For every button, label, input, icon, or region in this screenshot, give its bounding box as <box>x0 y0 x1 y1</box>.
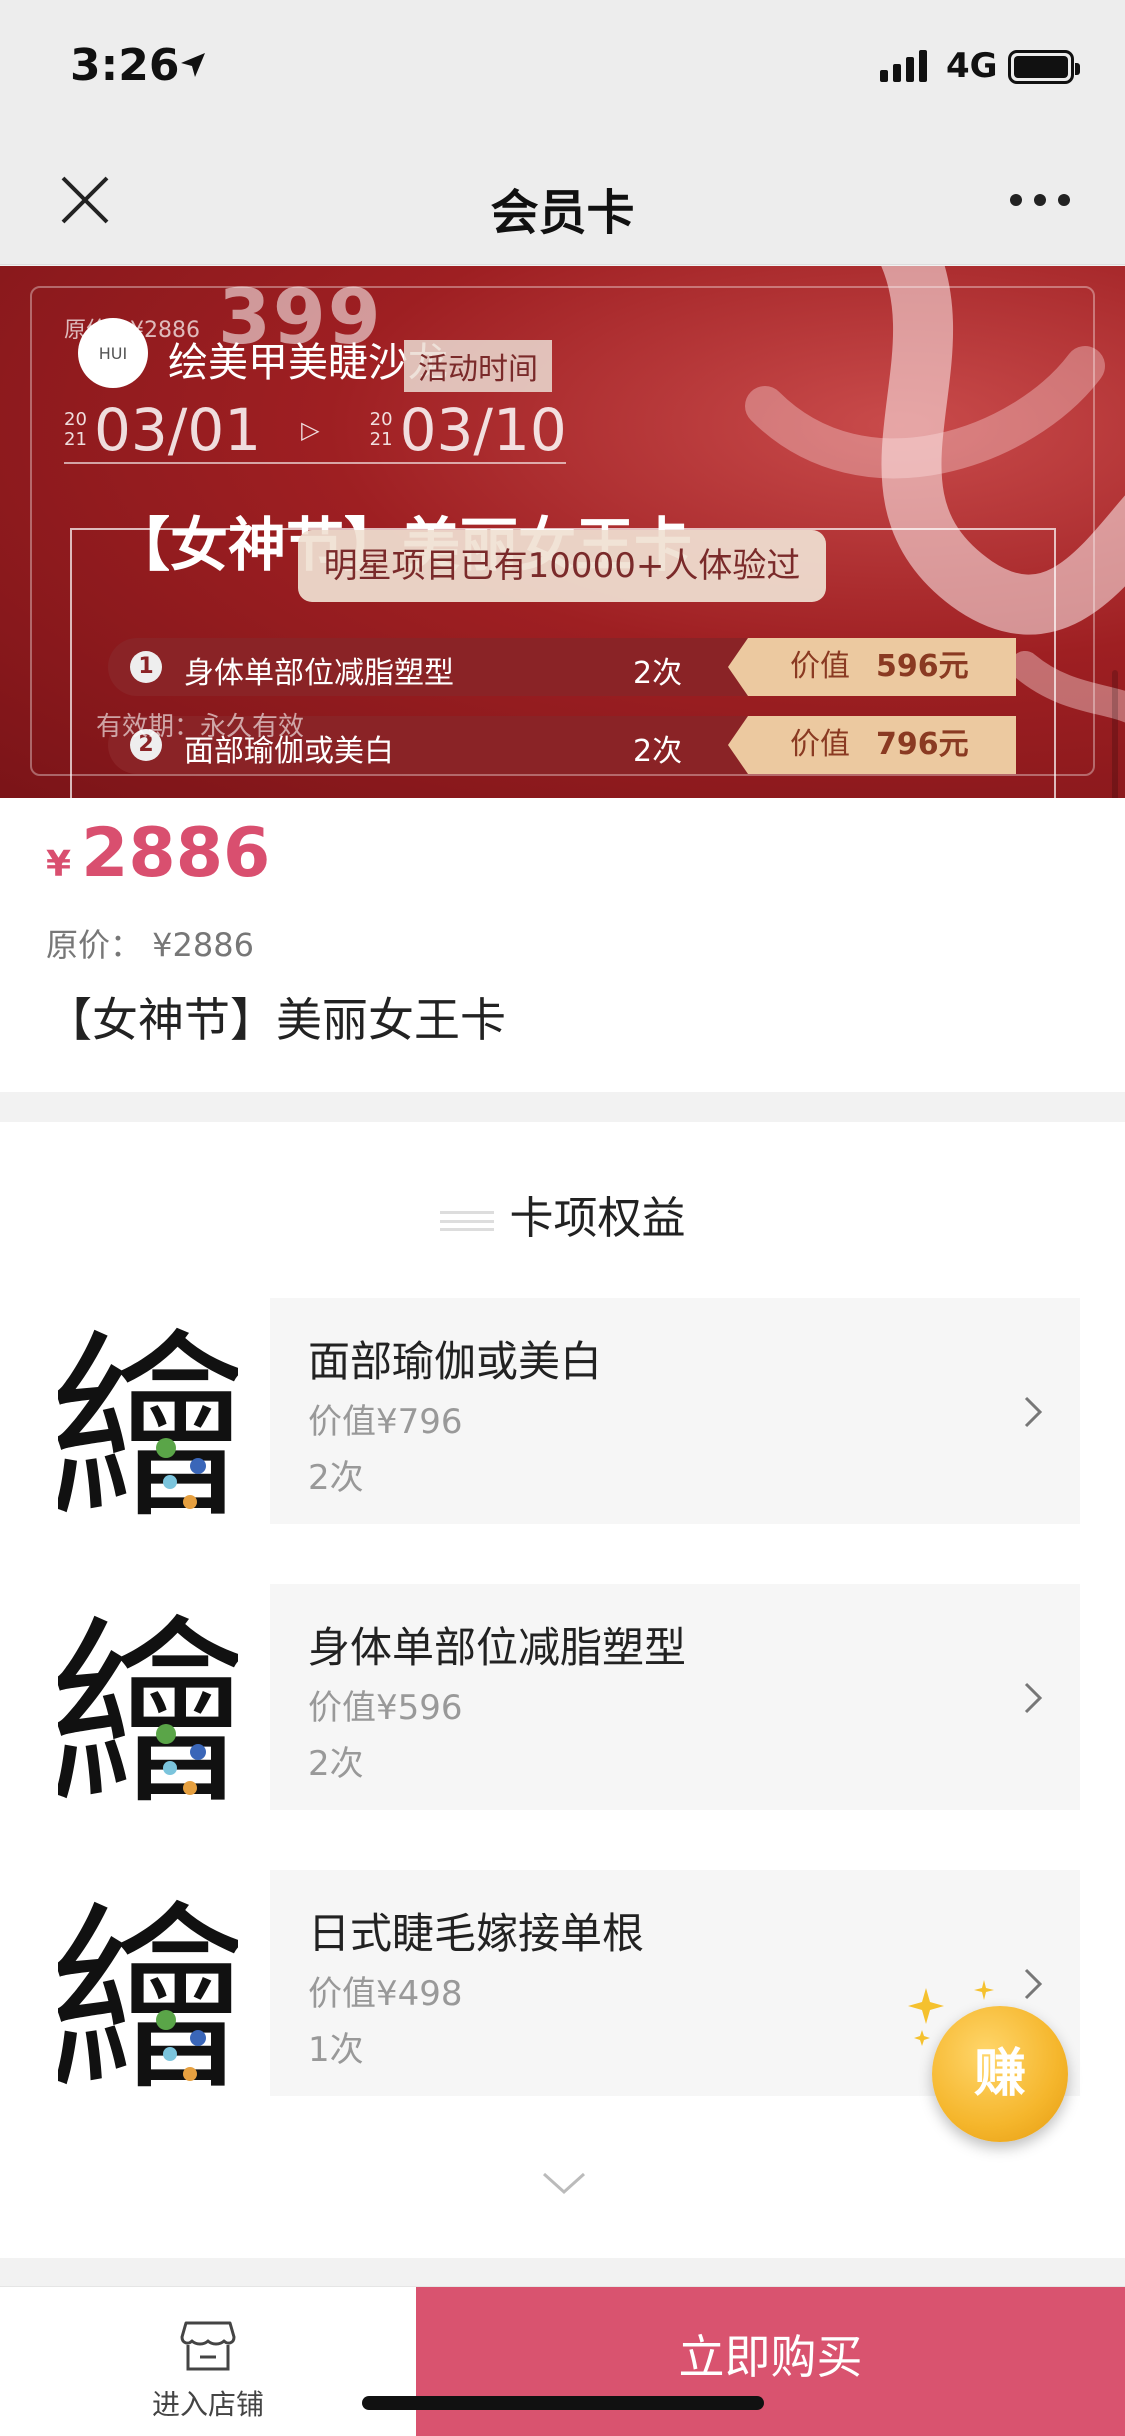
battery-icon <box>1008 50 1080 84</box>
benefits-heading: 卡项权益 <box>0 1182 1125 1246</box>
banner-item-row: 1 身体单部位减脂塑型 2次 价值 596元 <box>108 638 1016 696</box>
buy-now-button[interactable]: 立即购买 <box>416 2287 1125 2436</box>
status-bar: 3:26 4G <box>0 0 1125 135</box>
item-value-label: 价值 <box>790 649 850 684</box>
benefit-item[interactable]: 繪 面部瑜伽或美白 价值¥796 2次 <box>0 1298 1125 1524</box>
end-date: 03/10 <box>399 396 567 464</box>
benefits-heading-text: 卡项权益 <box>509 1193 686 1244</box>
page-title: 会员卡 <box>490 185 635 241</box>
logo-char: 繪 <box>58 1599 238 1810</box>
logo-char: 繪 <box>58 1885 238 2096</box>
shop-logo-icon: 繪 <box>58 1885 238 2096</box>
nav-bar: 会员卡 <box>0 135 1125 265</box>
signal-icon <box>880 50 927 82</box>
end-year: 20 21 <box>370 410 400 450</box>
earn-button[interactable]: 赚 <box>932 2006 1068 2142</box>
end-year-bottom: 21 <box>369 429 393 450</box>
item-times: 2次 <box>633 656 683 691</box>
benefit-name: 面部瑜伽或美白 <box>308 1337 603 1386</box>
chevron-right-icon <box>1024 1682 1043 1714</box>
enter-store-label: 进入店铺 <box>151 2388 264 2421</box>
shop-logo-text: HUI <box>98 343 128 363</box>
home-indicator[interactable] <box>362 2396 764 2410</box>
benefit-name: 身体单部位减脂塑型 <box>308 1623 687 1672</box>
activity-time-tag: 活动时间 <box>404 340 552 392</box>
benefit-item[interactable]: 繪 身体单部位减脂塑型 价值¥596 2次 <box>0 1584 1125 1810</box>
star-project-pill: 明星项目已有10000+人体验过 <box>298 530 826 602</box>
benefit-card[interactable]: 面部瑜伽或美白 价值¥796 2次 <box>270 1298 1080 1524</box>
start-year-top: 20 <box>64 409 87 430</box>
benefit-value: 价值¥796 <box>308 1402 463 1442</box>
chevron-down-icon[interactable] <box>540 2170 588 2196</box>
benefit-count: 2次 <box>308 1744 364 1784</box>
more-icon[interactable] <box>1010 190 1072 210</box>
item-number: 1 <box>130 651 162 683</box>
benefit-value: 价值¥498 <box>308 1974 463 2014</box>
price-value: 2886 <box>81 814 271 893</box>
start-year: 20 21 <box>64 410 94 450</box>
start-year-bottom: 21 <box>64 429 87 450</box>
chevron-right-icon <box>1024 1396 1043 1428</box>
price-card: ¥2886 原价： ¥2886 【女神节】美丽女王卡 <box>0 798 1125 1092</box>
activity-date-range: 20 21 03/01 ▷ 20 21 03/10 <box>64 396 607 464</box>
currency-symbol: ¥ <box>46 844 72 885</box>
product-title: 【女神节】美丽女王卡 <box>46 993 506 1047</box>
heading-lines-icon <box>439 1211 494 1231</box>
logo-char: 繪 <box>58 1313 238 1524</box>
shop-logo-icon: 繪 <box>58 1599 238 1810</box>
validity-text: 有效期：永久有效 <box>96 712 305 742</box>
enter-store-button[interactable]: 进入店铺 <box>0 2287 416 2436</box>
date-arrow-icon: ▷ <box>301 416 320 444</box>
status-time: 3:26 <box>70 40 180 91</box>
end-year-top: 20 <box>369 409 393 430</box>
item-value-tag: 价值 796元 <box>728 716 1016 774</box>
item-value-tag: 价值 596元 <box>728 638 1016 696</box>
original-price: 原价： ¥2886 <box>46 926 254 964</box>
benefit-value: 价值¥596 <box>308 1688 463 1728</box>
shop-logo-icon: 繪 <box>58 1313 238 1524</box>
benefit-count: 2次 <box>308 1458 364 1498</box>
bottom-bar: 进入店铺 立即购买 <box>0 2286 1125 2436</box>
item-value: 596元 <box>876 649 969 684</box>
store-icon <box>180 2321 236 2371</box>
item-name: 身体单部位减脂塑型 <box>184 656 454 691</box>
benefit-count: 1次 <box>308 2030 364 2070</box>
item-value: 796元 <box>876 727 969 762</box>
item-times: 2次 <box>633 734 683 769</box>
benefit-card[interactable]: 身体单部位减脂塑型 价值¥596 2次 <box>270 1584 1080 1810</box>
current-price: ¥2886 <box>46 814 270 893</box>
start-date: 03/01 <box>94 396 262 464</box>
shop-logo: HUI <box>78 318 148 388</box>
benefit-name: 日式睫毛嫁接单根 <box>308 1909 645 1958</box>
network-type: 4G <box>946 46 998 86</box>
location-arrow-icon <box>181 53 205 77</box>
date-divider <box>64 462 566 464</box>
item-value-label: 价值 <box>790 727 850 762</box>
